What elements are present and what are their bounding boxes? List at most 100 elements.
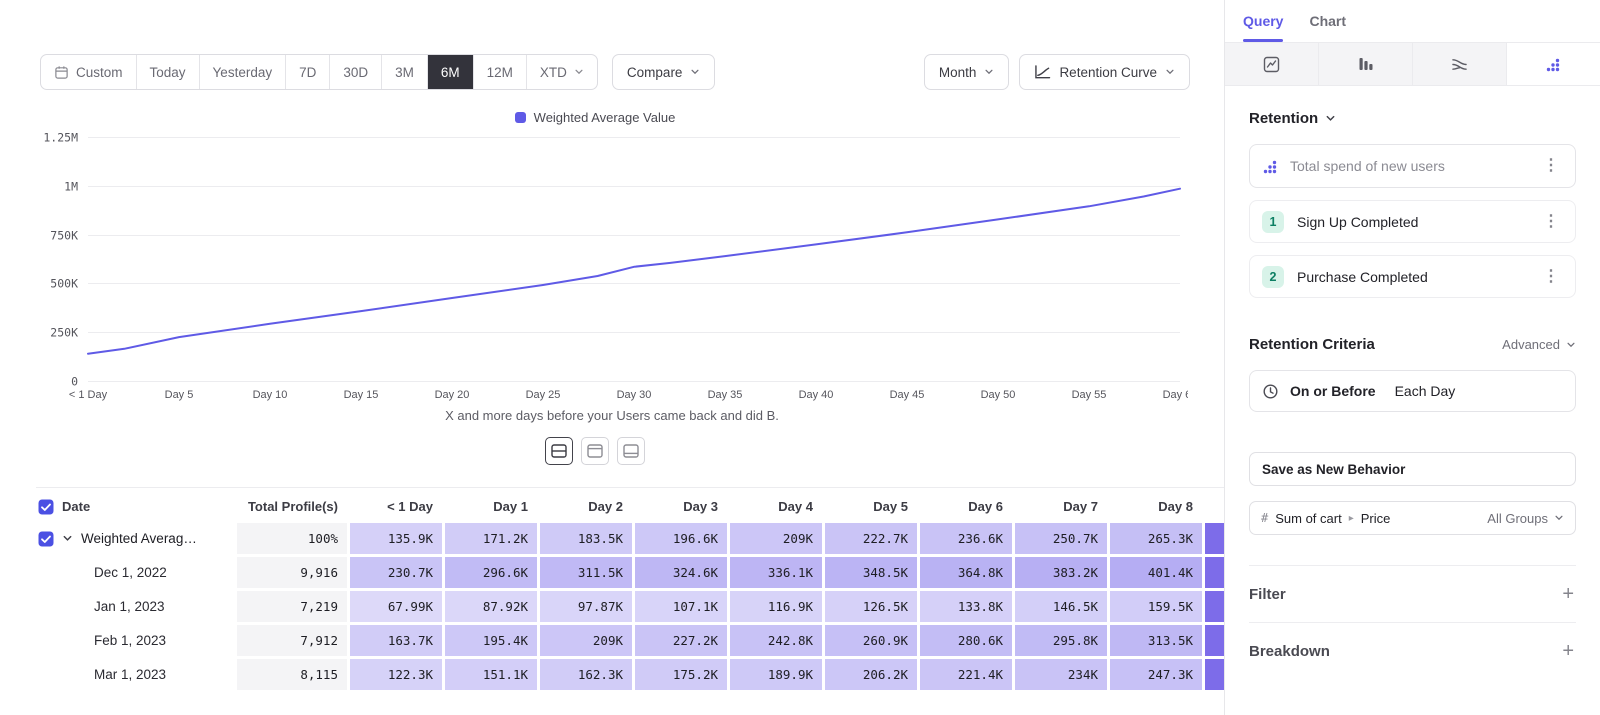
row-date-cell[interactable]: Weighted Average ... <box>36 523 234 554</box>
retention-cell[interactable]: 87.92K <box>445 591 537 622</box>
retention-cell[interactable]: 175.2K <box>635 659 727 690</box>
retention-cell[interactable]: 195.4K <box>445 625 537 656</box>
retention-cell[interactable]: 227.2K <box>635 625 727 656</box>
date-range-yesterday[interactable]: Yesterday <box>200 55 287 89</box>
retention-cell[interactable]: 295.8K <box>1015 625 1107 656</box>
clipped-retention-cell[interactable] <box>1205 625 1224 656</box>
retention-cell[interactable]: 151.1K <box>445 659 537 690</box>
row-date-cell[interactable]: Jan 1, 2023 <box>36 591 234 622</box>
date-range-30d[interactable]: 30D <box>330 55 382 89</box>
x-tick-label: Day 50 <box>981 389 1016 401</box>
date-range-12m[interactable]: 12M <box>474 55 527 89</box>
clipped-retention-cell[interactable] <box>1205 557 1224 588</box>
retention-cell[interactable]: 183.5K <box>540 523 632 554</box>
retention-cell[interactable]: 159.5K <box>1110 591 1202 622</box>
retention-cell[interactable]: 250.7K <box>1015 523 1107 554</box>
kebab-menu-icon[interactable]: ⋮ <box>1539 267 1563 287</box>
view-toggle-rows-bottom-icon[interactable] <box>617 437 645 465</box>
chart-type-button[interactable]: Retention Curve <box>1019 54 1190 90</box>
retention-cell[interactable]: 189.9K <box>730 659 822 690</box>
tab-chart-label: Chart <box>1309 13 1346 29</box>
retention-cell[interactable]: 234K <box>1015 659 1107 690</box>
retention-cell[interactable]: 67.99K <box>350 591 442 622</box>
retention-cell[interactable]: 206.2K <box>825 659 917 690</box>
behavior-card[interactable]: Total spend of new users ⋮ <box>1249 144 1576 188</box>
kebab-menu-icon[interactable]: ⋮ <box>1539 212 1563 232</box>
clipped-retention-cell[interactable] <box>1205 591 1224 622</box>
row-date-cell[interactable]: Feb 1, 2023 <box>36 625 234 656</box>
date-range-6m[interactable]: 6M <box>428 55 474 89</box>
criteria-frequency[interactable]: Each Day <box>1395 383 1456 399</box>
behavior-step-row[interactable]: 2Purchase Completed⋮ <box>1249 255 1576 298</box>
tab-chart[interactable]: Chart <box>1309 0 1346 42</box>
retention-cell[interactable]: 324.6K <box>635 557 727 588</box>
kebab-menu-icon[interactable]: ⋮ <box>1539 156 1563 176</box>
all-groups-dropdown[interactable]: All Groups <box>1487 511 1564 526</box>
retention-cell[interactable]: 135.9K <box>350 523 442 554</box>
date-range-xtd[interactable]: XTD <box>527 55 597 89</box>
retention-cell[interactable]: 133.8K <box>920 591 1012 622</box>
add-filter-button[interactable]: + <box>1560 584 1576 604</box>
add-breakdown-button[interactable]: + <box>1560 641 1576 661</box>
retention-cell[interactable]: 280.6K <box>920 625 1012 656</box>
compare-button[interactable]: Compare <box>612 54 716 90</box>
granularity-button[interactable]: Month <box>924 54 1010 90</box>
clipped-retention-cell[interactable] <box>1205 523 1224 554</box>
retention-cell[interactable]: 364.8K <box>920 557 1012 588</box>
retention-cell[interactable]: 296.6K <box>445 557 537 588</box>
criteria-condition[interactable]: On or Before <box>1290 383 1376 399</box>
retention-cell[interactable]: 260.9K <box>825 625 917 656</box>
view-toggle-rows-split-icon[interactable] <box>545 437 573 465</box>
behavior-step-row[interactable]: 1Sign Up Completed⋮ <box>1249 200 1576 243</box>
retention-cell[interactable]: 313.5K <box>1110 625 1202 656</box>
report-tab-flows[interactable] <box>1413 43 1507 85</box>
clipped-retention-cell[interactable] <box>1205 659 1224 690</box>
retention-cell[interactable]: 162.3K <box>540 659 632 690</box>
row-date-cell[interactable]: Mar 1, 2023 <box>36 659 234 690</box>
retention-cell[interactable]: 107.1K <box>635 591 727 622</box>
retention-cell[interactable]: 236.6K <box>920 523 1012 554</box>
date-range-custom[interactable]: Custom <box>41 55 137 89</box>
report-tab-retention[interactable] <box>1507 43 1600 85</box>
retention-cell[interactable]: 383.2K <box>1015 557 1107 588</box>
date-range-7d[interactable]: 7D <box>286 55 330 89</box>
retention-cell[interactable]: 242.8K <box>730 625 822 656</box>
retention-cell[interactable]: 196.6K <box>635 523 727 554</box>
advanced-dropdown[interactable]: Advanced <box>1502 337 1576 352</box>
retention-criteria-row[interactable]: On or Before Each Day <box>1249 370 1576 412</box>
x-tick-label: Day 25 <box>526 389 561 401</box>
retention-cell[interactable]: 265.3K <box>1110 523 1202 554</box>
expand-row-icon[interactable] <box>62 533 73 544</box>
filter-section-title: Filter <box>1249 586 1560 603</box>
retention-cell[interactable]: 230.7K <box>350 557 442 588</box>
row-checkbox[interactable] <box>38 531 54 547</box>
retention-cell[interactable]: 247.3K <box>1110 659 1202 690</box>
retention-cell[interactable]: 311.5K <box>540 557 632 588</box>
retention-section-header[interactable]: Retention <box>1249 110 1576 127</box>
retention-cell[interactable]: 221.4K <box>920 659 1012 690</box>
date-range-3m[interactable]: 3M <box>382 55 428 89</box>
retention-cell[interactable]: 401.4K <box>1110 557 1202 588</box>
report-tab-funnels[interactable] <box>1319 43 1413 85</box>
date-range-today[interactable]: Today <box>137 55 200 89</box>
retention-cell[interactable]: 97.87K <box>540 591 632 622</box>
tab-query[interactable]: Query <box>1243 0 1283 42</box>
save-as-new-behavior-button[interactable]: Save as New Behavior <box>1249 452 1576 486</box>
retention-cell[interactable]: 122.3K <box>350 659 442 690</box>
report-tab-insights[interactable] <box>1225 43 1319 85</box>
row-label: Dec 1, 2022 <box>38 557 167 588</box>
retention-cell[interactable]: 209K <box>540 625 632 656</box>
retention-cell[interactable]: 163.7K <box>350 625 442 656</box>
row-checkbox[interactable] <box>38 499 54 515</box>
retention-cell[interactable]: 171.2K <box>445 523 537 554</box>
retention-cell[interactable]: 222.7K <box>825 523 917 554</box>
retention-cell[interactable]: 336.1K <box>730 557 822 588</box>
view-toggle-rows-top-icon[interactable] <box>581 437 609 465</box>
retention-cell[interactable]: 348.5K <box>825 557 917 588</box>
retention-cell[interactable]: 116.9K <box>730 591 822 622</box>
retention-cell[interactable]: 126.5K <box>825 591 917 622</box>
measurement-row[interactable]: # Sum of cart ▸ Price All Groups <box>1249 501 1576 535</box>
row-date-cell[interactable]: Dec 1, 2022 <box>36 557 234 588</box>
retention-cell[interactable]: 209K <box>730 523 822 554</box>
retention-cell[interactable]: 146.5K <box>1015 591 1107 622</box>
